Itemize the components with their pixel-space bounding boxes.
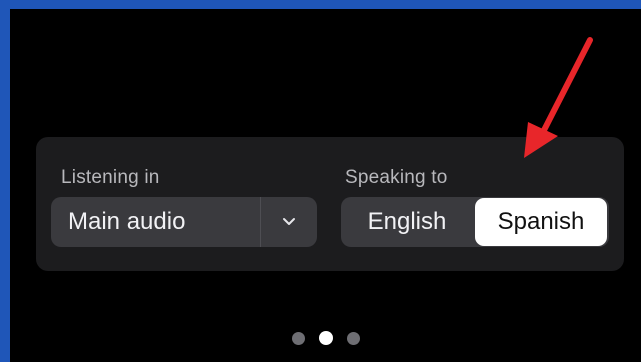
page-dot-1[interactable] — [292, 331, 305, 345]
listening-audio-dropdown[interactable]: Main audio — [51, 197, 317, 247]
spanish-segment[interactable]: Spanish — [475, 198, 607, 246]
chevron-down-icon[interactable] — [261, 197, 317, 247]
speaking-language-segmented-control: English Spanish — [341, 197, 609, 247]
english-segment[interactable]: English — [341, 197, 473, 247]
listening-in-label: Listening in — [61, 167, 160, 188]
page-indicator — [292, 331, 360, 345]
annotation-arrow-icon — [524, 37, 593, 158]
page-dot-2-active[interactable] — [319, 331, 333, 345]
speaking-to-label: Speaking to — [345, 167, 448, 188]
page-dot-3[interactable] — [347, 331, 360, 345]
listening-audio-value: Main audio — [68, 208, 186, 235]
